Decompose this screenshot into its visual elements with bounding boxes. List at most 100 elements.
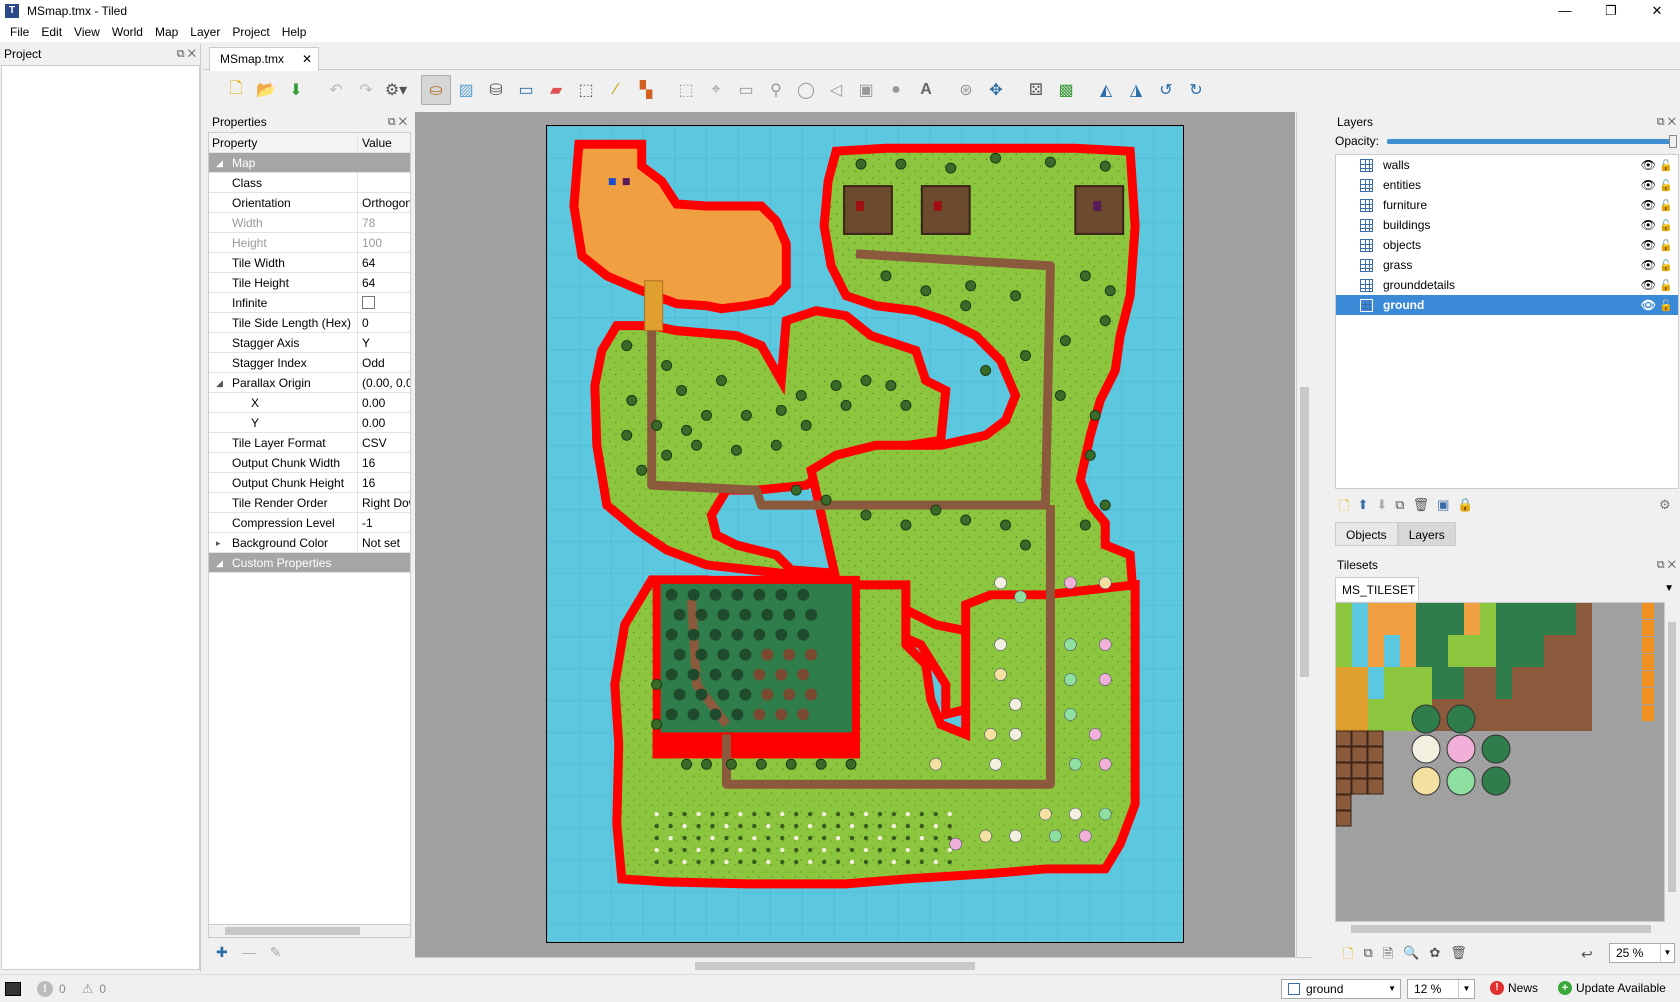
tileset-tile[interactable] [1576,619,1592,635]
tileset-tile[interactable] [1416,667,1432,683]
table-row[interactable]: X 0.00 [209,393,410,413]
tileset-tile[interactable] [1544,619,1560,635]
move-world-icon[interactable]: ✥ [981,75,1011,105]
redo-icon[interactable]: ↷ [351,75,381,105]
tileset-tile[interactable] [1416,635,1432,651]
tileset-tile[interactable] [1512,699,1528,715]
undo-icon[interactable]: ↶ [321,75,351,105]
canvas-hscrollbar[interactable] [415,957,1312,973]
tileset-tile[interactable] [1368,619,1384,635]
table-row[interactable]: Tile Side Length (Hex) 0 [209,313,410,333]
tileset-tile[interactable] [1336,667,1352,683]
tileset-tile[interactable] [1512,683,1528,699]
table-row[interactable]: Stagger Axis Y [209,333,410,353]
tileset-tile[interactable] [1384,699,1400,715]
tileset-tile[interactable] [1496,667,1512,683]
tileset-tile[interactable] [1496,619,1512,635]
chevron-down-icon[interactable]: ▼ [1458,980,1474,998]
project-tree[interactable] [1,65,200,970]
tileset-tile[interactable] [1480,635,1496,651]
tileset-tile[interactable] [1544,651,1560,667]
tileset-tile[interactable] [1544,699,1560,715]
commands-icon[interactable]: ⚙▾ [381,75,411,105]
panel-float-close-icons[interactable]: ⧉ ✕ [177,44,196,64]
wang-fill-icon[interactable]: ▩ [1051,75,1081,105]
layer-row-furniture[interactable]: furniture 👁 🔓 [1336,195,1678,215]
tileset-tile[interactable] [1480,603,1496,619]
menu-edit[interactable]: Edit [35,25,68,39]
visibility-eye-icon[interactable]: 👁 [1641,238,1656,252]
tileset-tile[interactable] [1528,699,1544,715]
tileset-tile[interactable] [1416,651,1432,667]
tileset-number-tile[interactable] [1642,654,1654,670]
table-row[interactable]: Stagger Index Odd [209,353,410,373]
export-tileset-icon[interactable]: 🗎 [1383,945,1393,967]
bucket-fill-icon[interactable]: ⛁ [481,75,511,105]
lock-icon[interactable]: 🔓 [1659,299,1673,312]
tileset-tile[interactable] [1368,667,1384,683]
tileset-tile[interactable] [1352,651,1368,667]
tileset-crate-tile[interactable] [1351,778,1368,795]
panel-float-close-icons[interactable]: ⧉ ✕ [388,112,407,132]
tileset-tree-tile[interactable] [1481,766,1511,796]
tab-msmap[interactable]: MSmap.tmx ✕ [209,47,319,71]
tileset-tile[interactable] [1576,683,1592,699]
tileset-tile[interactable] [1544,715,1560,731]
tileset-tile[interactable] [1432,683,1448,699]
tileset-tree-tile[interactable] [1446,766,1476,796]
tileset-tile[interactable] [1544,667,1560,683]
tileset-tile[interactable] [1576,603,1592,619]
world-tool-icon[interactable]: ⊛ [951,75,981,105]
stamp-brush-icon[interactable]: ⛀ [421,75,451,105]
current-layer-select[interactable]: ground ▼ [1281,979,1401,999]
tab-layers[interactable]: Layers [1397,522,1456,546]
menu-help[interactable]: Help [276,25,313,39]
table-row[interactable]: ◢Parallax Origin(0.00, 0.00) [209,373,410,393]
tileset-crate-tile[interactable] [1335,778,1352,795]
rotate-left-icon[interactable]: ↺ [1151,75,1181,105]
tileset-number-tile[interactable] [1642,688,1654,704]
tileset-tile[interactable] [1448,619,1464,635]
tileset-tile[interactable] [1352,683,1368,699]
tileset-tile[interactable] [1336,699,1352,715]
eraser-icon[interactable]: ▰ [541,75,571,105]
tileset-tile[interactable] [1512,715,1528,731]
tileset-tile[interactable] [1448,635,1464,651]
tileset-tile[interactable] [1560,603,1576,619]
tileset-tile[interactable] [1400,603,1416,619]
update-button[interactable]: + Update Available [1558,981,1666,995]
chevron-down-icon[interactable]: ▼ [1664,583,1674,594]
tile-map[interactable] [546,125,1184,943]
tileset-image[interactable] [1335,603,1664,921]
table-row[interactable]: Output Chunk Height 16 [209,473,410,493]
canvas-vscrollbar[interactable] [1296,112,1312,957]
tileset-tile[interactable] [1448,667,1464,683]
table-row[interactable]: Output Chunk Width 16 [209,453,410,473]
tileset-crate-tile[interactable] [1335,810,1352,827]
tileset-crate-tile[interactable] [1367,746,1384,763]
tileset-crate-tile[interactable] [1335,746,1352,763]
terrain-brush-icon[interactable]: ▨ [451,75,481,105]
layer-settings-icon[interactable]: ⚙ [1659,497,1671,513]
tileset-tile[interactable] [1464,635,1480,651]
tileset-tile[interactable] [1544,603,1560,619]
insert-template-icon[interactable]: ● [881,75,911,105]
tileset-tile[interactable] [1512,667,1528,683]
tileset-tile[interactable] [1528,603,1544,619]
remove-property-icon[interactable]: — [242,944,256,961]
tileset-tile[interactable] [1416,603,1432,619]
tileset-tile[interactable] [1384,715,1400,731]
tileset-tile[interactable] [1432,651,1448,667]
infinite-checkbox[interactable] [362,296,375,309]
tileset-crate-tile[interactable] [1335,762,1352,779]
maximize-button[interactable]: ❐ [1588,0,1634,22]
tileset-tile[interactable] [1400,667,1416,683]
tileset-tile[interactable] [1560,667,1576,683]
rect-select-icon[interactable]: ⬚ [571,75,601,105]
tileset-tile[interactable] [1544,635,1560,651]
table-row[interactable]: ▸ Background Color Not set [209,533,410,553]
tileset-tile[interactable] [1432,667,1448,683]
tileset-crate-tile[interactable] [1335,730,1352,747]
tileset-tile[interactable] [1496,651,1512,667]
table-row[interactable]: Tile Width 64 [209,253,410,273]
